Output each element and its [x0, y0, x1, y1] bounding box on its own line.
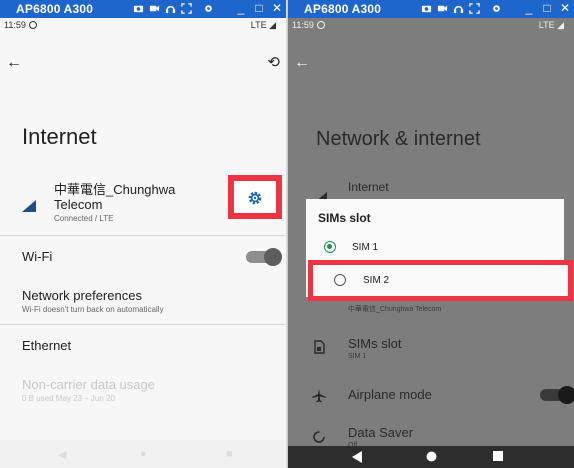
minimize-icon[interactable]: _ — [524, 1, 534, 15]
back-arrow-icon[interactable]: ← — [294, 54, 310, 72]
lte-indicator: LTE ◢ — [538, 20, 564, 30]
maximize-icon[interactable]: □ — [542, 1, 552, 15]
sims-slot-sub: SIM 1 — [348, 353, 367, 360]
non-carrier-data-usage-label: Non-carrier data usage — [22, 377, 155, 392]
home-nav-icon[interactable]: ● — [140, 448, 147, 460]
page-title: Internet — [22, 124, 97, 149]
nav-bar: ◀ ● ■ — [0, 440, 286, 468]
clock-icon — [316, 21, 325, 29]
sim2-radio[interactable] — [334, 274, 346, 286]
close-icon[interactable]: ✕ — [560, 1, 570, 15]
status-time: 11:59 — [292, 20, 325, 30]
carrier-settings-highlight[interactable] — [228, 175, 282, 219]
close-icon[interactable]: ✕ — [272, 1, 282, 15]
sims-slot-label[interactable]: SIMs slot — [348, 336, 401, 351]
sim-card-icon — [314, 340, 325, 354]
non-carrier-data-usage-sub: 0 B used May 23 – Jun 20 — [22, 394, 115, 403]
back-arrow-icon[interactable]: ← — [6, 54, 22, 72]
network-preferences-sub: Wi-Fi doesn't turn back on automatically — [22, 305, 164, 314]
data-saver-icon — [313, 431, 325, 443]
status-time: 11:59 — [4, 20, 37, 30]
lte-indicator: LTE ◢ — [250, 20, 276, 30]
back-nav-icon[interactable] — [352, 451, 362, 463]
nav-bar — [288, 446, 574, 468]
sim1-radio[interactable] — [324, 241, 336, 253]
camera-icon[interactable] — [133, 3, 144, 14]
headphones-icon[interactable] — [165, 3, 176, 14]
carrier-status: Connected / LTE — [54, 214, 114, 223]
carrier-name: 中華電信_Chunghwa Telecom — [54, 182, 176, 212]
app-bar: ← — [288, 50, 574, 80]
video-icon[interactable] — [437, 3, 448, 14]
ethernet-label[interactable]: Ethernet — [22, 338, 71, 353]
settings-gear-icon[interactable] — [203, 3, 214, 14]
minimize-icon[interactable]: _ — [236, 1, 246, 15]
airplane-icon — [312, 389, 326, 403]
window-titlebar: AP6800 A300 _ □ ✕ — [0, 0, 286, 18]
airplane-mode-toggle[interactable] — [540, 386, 574, 404]
window-title: AP6800 A300 — [304, 2, 382, 16]
window-title: AP6800 A300 — [16, 2, 94, 16]
fullscreen-icon[interactable] — [181, 3, 192, 14]
camera-icon[interactable] — [421, 3, 432, 14]
clock-icon — [28, 21, 37, 29]
divider — [0, 235, 286, 236]
window-titlebar: AP6800 A300 _ □ ✕ — [288, 0, 574, 18]
recents-nav-icon[interactable] — [493, 451, 503, 461]
home-nav-icon[interactable] — [426, 451, 437, 462]
data-saver-label[interactable]: Data Saver — [348, 425, 413, 440]
right-screen: AP6800 A300 _ □ ✕ 11:59 LTE ◢ ← Network … — [287, 0, 574, 468]
wifi-toggle[interactable] — [246, 248, 282, 266]
settings-gear-icon[interactable] — [491, 3, 502, 14]
internet-label[interactable]: Internet — [348, 180, 389, 194]
left-screen: AP6800 A300 _ □ ✕ 11:59 LTE ◢ ← ⟲ Intern… — [0, 0, 287, 468]
recents-nav-icon[interactable]: ■ — [226, 448, 233, 460]
sim1-label[interactable]: SIM 1 — [352, 242, 378, 253]
sim2-label[interactable]: SIM 2 — [363, 275, 389, 286]
dialog-title: SIMs slot — [318, 211, 371, 225]
status-bar: 11:59 LTE ◢ — [288, 18, 574, 34]
wifi-label[interactable]: Wi-Fi — [22, 249, 52, 264]
page-title: Network & internet — [316, 128, 481, 150]
back-nav-icon[interactable]: ◀ — [58, 448, 66, 461]
maximize-icon[interactable]: □ — [254, 1, 264, 15]
fullscreen-icon[interactable] — [469, 3, 480, 14]
carrier-sub: 中華電信_Chunghwa Telecom — [348, 306, 442, 313]
app-bar: ← ⟲ — [0, 50, 286, 80]
sim2-option-highlight[interactable]: SIM 2 — [308, 260, 573, 301]
gear-icon[interactable] — [247, 190, 263, 206]
network-preferences-label[interactable]: Network preferences — [22, 288, 142, 303]
headphones-icon[interactable] — [453, 3, 464, 14]
status-bar: 11:59 LTE ◢ — [0, 18, 286, 34]
refresh-icon[interactable]: ⟲ — [267, 53, 280, 71]
signal-icon — [22, 200, 36, 212]
airplane-mode-label[interactable]: Airplane mode — [348, 387, 432, 402]
divider — [0, 324, 286, 325]
video-icon[interactable] — [149, 3, 160, 14]
